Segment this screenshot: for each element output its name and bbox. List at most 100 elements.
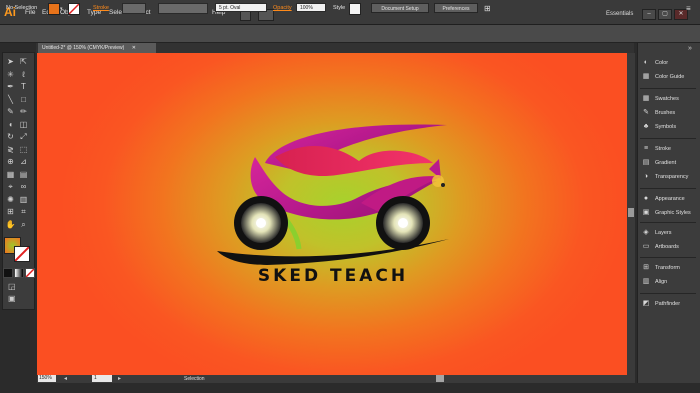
shape-builder-tool-icon[interactable]: ⊕ (5, 157, 16, 167)
width-tool-icon[interactable]: ≷ (5, 145, 16, 155)
panel-label: Artboards (655, 244, 679, 250)
panel-graphic-styles[interactable]: ▣ Graphic Styles (641, 208, 699, 218)
opacity-field[interactable]: 100% (296, 3, 326, 12)
panel-color[interactable]: ◐ Color (641, 58, 699, 68)
stroke-icon: ≡ (643, 145, 649, 152)
fill-dropdown-icon[interactable]: ▾ (60, 6, 63, 12)
panel-transform[interactable]: ⊞ Transform (641, 263, 699, 273)
panel-label: Gradient (655, 160, 677, 166)
brush-definition-dropdown[interactable]: 5 pt. Oval (215, 3, 267, 12)
variable-width-profile[interactable] (158, 3, 208, 14)
rotate-tool-icon[interactable]: ↻ (5, 132, 16, 142)
draw-mode-icon[interactable]: ◲ (8, 282, 16, 291)
zoom-tool-icon[interactable]: ⌕ (18, 220, 29, 230)
gradient-mode-button[interactable] (14, 268, 24, 278)
logo-text: SKED TEACH (258, 266, 408, 286)
panel-artboards[interactable]: ▭ Artboards (641, 242, 699, 252)
previous-artboard-icon[interactable]: ◂ (64, 375, 67, 382)
stroke-swatch[interactable] (68, 3, 80, 15)
document-tab[interactable]: Untitled-2* @ 150% (CMYK/Preview) ✕ (38, 43, 156, 53)
symbol-sprayer-tool-icon[interactable]: ✺ (5, 195, 16, 205)
rear-wheel-shape (376, 196, 430, 250)
panel-align[interactable]: ▥ Align (641, 277, 699, 287)
lasso-tool-icon[interactable]: ℓ (18, 70, 29, 80)
panel-layers[interactable]: ◈ Layers (641, 228, 699, 238)
selection-status: No Selection (6, 5, 38, 11)
panel-stroke[interactable]: ≡ Stroke (641, 144, 699, 154)
color-mode-button[interactable] (3, 268, 13, 278)
panel-color-guide[interactable]: ▦ Color Guide (641, 72, 699, 82)
screen-mode-icon[interactable]: ▣ (8, 294, 16, 303)
maximize-button[interactable]: ▢ (658, 9, 672, 20)
eraser-tool-icon[interactable]: ◫ (18, 120, 29, 130)
eyedropper-tool-icon[interactable]: ⌖ (5, 182, 16, 192)
panel-label: Stroke (655, 146, 671, 152)
pen-tool-icon[interactable]: ✒ (5, 82, 16, 92)
rectangle-tool-icon[interactable]: □ (18, 95, 29, 105)
minimize-button[interactable]: – (642, 9, 656, 20)
paintbrush-tool-icon[interactable]: ✎ (5, 107, 16, 117)
panel-separator (640, 188, 696, 189)
panel-label: Layers (655, 230, 672, 236)
none-mode-button[interactable] (25, 268, 35, 278)
graphic-style-swatch[interactable] (349, 3, 361, 15)
scale-tool-icon[interactable]: ⤢ (18, 132, 29, 142)
magic-wand-tool-icon[interactable]: ✳ (5, 70, 16, 80)
control-panel-menu-icon[interactable]: ≡ (686, 4, 691, 13)
stroke-color-box[interactable] (14, 246, 30, 262)
panel-label: Symbols (655, 124, 677, 130)
symbols-icon: ♣ (643, 123, 649, 130)
layers-icon: ◈ (643, 229, 649, 236)
transform-icon: ⊞ (643, 264, 649, 271)
panel-label: Appearance (655, 196, 685, 202)
mesh-tool-icon[interactable]: ▦ (5, 170, 16, 180)
panel-pathfinder[interactable]: ◩ Pathfinder (641, 299, 699, 309)
blend-tool-icon[interactable]: ∞ (18, 182, 29, 192)
artboards-icon: ▭ (642, 243, 650, 250)
line-tool-icon[interactable]: ╲ (5, 95, 16, 105)
panel-label: Pathfinder (655, 301, 681, 307)
stroke-label[interactable]: Stroke (93, 5, 109, 11)
document-setup-button[interactable]: Document Setup (371, 3, 429, 13)
blob-brush-tool-icon[interactable]: ◖ (5, 120, 16, 130)
panel-separator (640, 88, 696, 89)
gradient-icon: ▤ (642, 159, 650, 166)
free-transform-tool-icon[interactable]: ⬚ (18, 145, 29, 155)
panel-swatches[interactable]: ▦ Swatches (641, 94, 699, 104)
direct-selection-tool-icon[interactable]: ⇱ (18, 57, 29, 67)
panel-symbols[interactable]: ♣ Symbols (641, 122, 699, 132)
panel-label: Color Guide (655, 74, 685, 80)
preferences-button[interactable]: Preferences (434, 3, 478, 13)
control-bar (0, 25, 700, 43)
opacity-label[interactable]: Opacity (273, 5, 292, 11)
stroke-weight-field[interactable] (122, 3, 146, 14)
artboard-number-field[interactable]: 1 (92, 375, 112, 382)
next-artboard-icon[interactable]: ▸ (118, 375, 121, 382)
panel-label: Transparency (655, 174, 689, 180)
perspective-grid-tool-icon[interactable]: ⊿ (18, 157, 29, 167)
selection-tool-icon[interactable]: ➤ (5, 57, 16, 67)
collapse-panels-icon[interactable]: » (688, 45, 692, 52)
workspace-switcher[interactable]: Essentials (606, 11, 633, 17)
artboard-tool-icon[interactable]: ⊞ (5, 207, 16, 217)
status-bar (37, 375, 635, 383)
panel-gradient[interactable]: ▤ Gradient (641, 158, 699, 168)
arrange-icon[interactable]: ⊞ (484, 4, 491, 13)
column-graph-tool-icon[interactable]: ▥ (18, 195, 29, 205)
zoom-level-field[interactable]: 150% (38, 375, 56, 382)
no-stroke-icon (69, 4, 79, 14)
slice-tool-icon[interactable]: ⌗ (18, 207, 29, 217)
pencil-tool-icon[interactable]: ✏ (18, 107, 29, 117)
close-tab-icon[interactable]: ✕ (132, 45, 136, 51)
panel-brushes[interactable]: ✎ Brushes (641, 108, 699, 118)
panel-appearance[interactable]: ● Appearance (641, 194, 699, 204)
horizontal-scroll-thumb[interactable] (436, 375, 444, 382)
vertical-scroll-thumb[interactable] (628, 208, 634, 217)
type-tool-icon[interactable]: T (18, 82, 29, 92)
gradient-tool-icon[interactable]: ▤ (18, 170, 29, 180)
hand-tool-icon[interactable]: ✋ (5, 220, 16, 230)
fill-swatch[interactable] (48, 3, 60, 15)
artboard-canvas[interactable]: SKED TEACH (37, 53, 627, 375)
panel-label: Transform (655, 265, 680, 271)
panel-transparency[interactable]: ◑ Transparency (641, 172, 699, 182)
